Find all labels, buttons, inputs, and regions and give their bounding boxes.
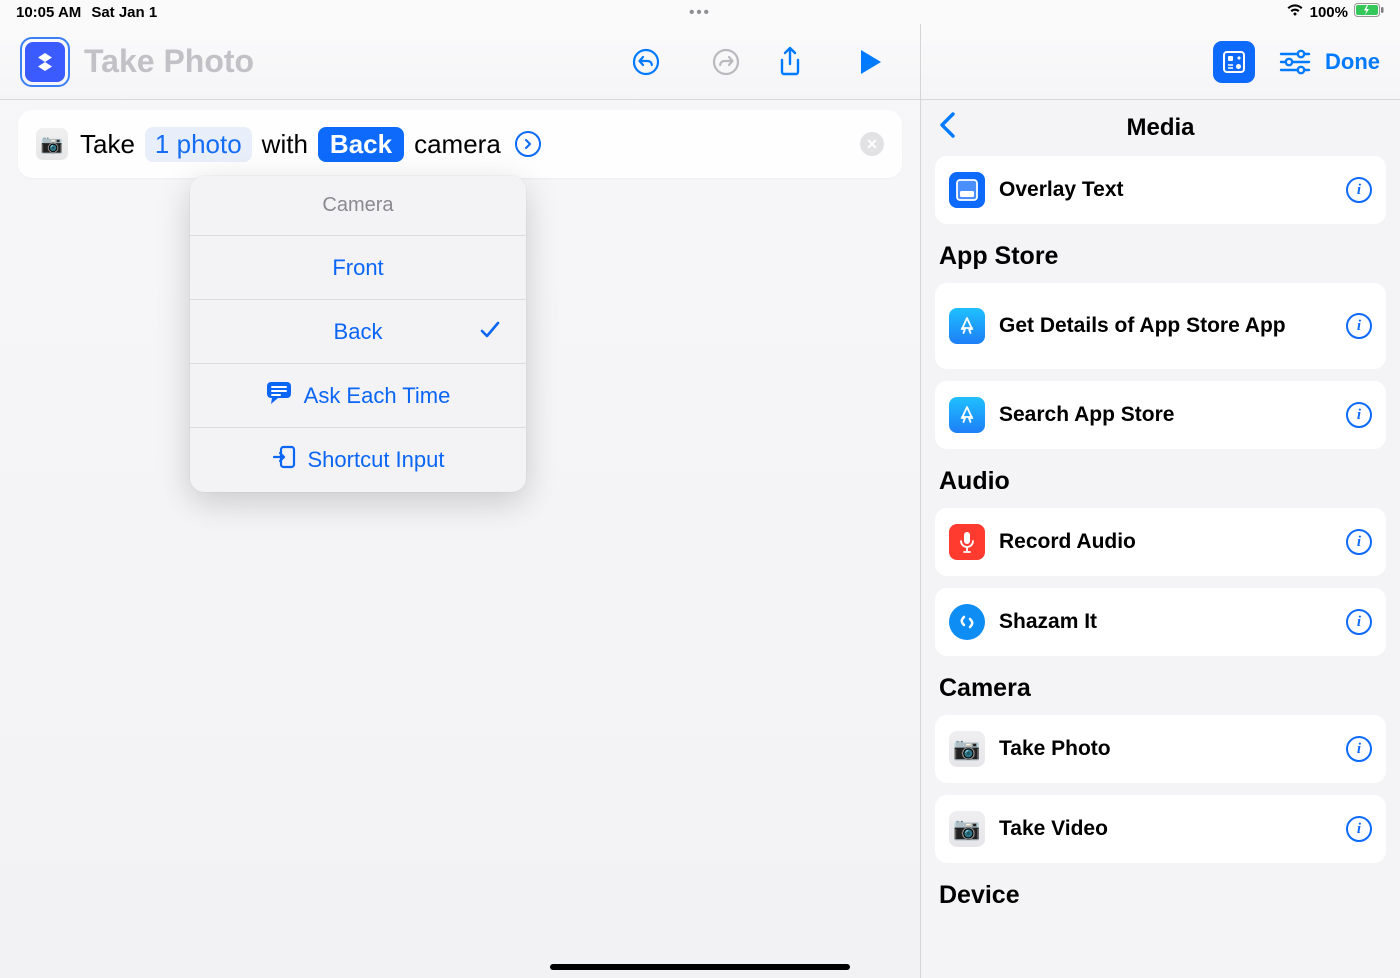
sidebar-toolbar: Done	[921, 24, 1400, 100]
photo-count-param[interactable]: 1 photo	[145, 127, 252, 162]
share-button[interactable]	[770, 42, 810, 82]
action-take-video-label: Take Video	[999, 816, 1332, 842]
remove-action-button[interactable]: ✕	[860, 132, 884, 156]
info-button[interactable]: i	[1346, 529, 1372, 555]
action-word-with: with	[262, 129, 308, 160]
appstore-icon	[949, 397, 985, 433]
info-button[interactable]: i	[1346, 402, 1372, 428]
section-device: Device	[939, 881, 1382, 910]
action-record-audio[interactable]: Record Audio i	[935, 508, 1386, 576]
sidebar-title: Media	[939, 114, 1382, 142]
multitask-dots-icon[interactable]: •••	[689, 4, 711, 21]
shortcut-icon-button[interactable]	[20, 37, 70, 87]
shazam-icon	[949, 604, 985, 640]
actions-sidebar: Done Media Overlay Text i App Store Get …	[920, 24, 1400, 978]
wifi-icon	[1286, 3, 1304, 21]
battery-icon	[1354, 3, 1384, 21]
action-search-appstore[interactable]: Search App Store i	[935, 381, 1386, 449]
section-appstore: App Store	[939, 242, 1382, 271]
action-take-video[interactable]: 📷 Take Video i	[935, 795, 1386, 863]
action-word-take: Take	[80, 129, 135, 160]
sidebar-header: Media	[921, 100, 1400, 156]
home-indicator[interactable]	[550, 964, 850, 970]
camera-icon: 📷	[949, 811, 985, 847]
undo-button[interactable]	[626, 42, 666, 82]
camera-option-back[interactable]: Back	[190, 300, 526, 364]
message-icon	[266, 381, 292, 411]
section-audio: Audio	[939, 467, 1382, 496]
camera-option-front[interactable]: Front	[190, 236, 526, 300]
editor-toolbar: Take Photo	[0, 24, 920, 100]
action-record-audio-label: Record Audio	[999, 529, 1332, 555]
editor-area: Take Photo 📷 Take 1 photo with	[0, 24, 920, 978]
appstore-icon	[949, 308, 985, 344]
camera-param[interactable]: Back	[318, 127, 404, 162]
camera-icon: 📷	[36, 128, 68, 160]
action-get-appstore-details[interactable]: Get Details of App Store App i	[935, 283, 1386, 369]
overlay-text-icon	[949, 172, 985, 208]
camera-option-back-label: Back	[334, 319, 383, 345]
run-button[interactable]	[850, 42, 890, 82]
shortcut-input-label: Shortcut Input	[308, 447, 445, 473]
info-button[interactable]: i	[1346, 313, 1372, 339]
shortcut-input-option[interactable]: Shortcut Input	[190, 428, 526, 492]
ask-each-time-label: Ask Each Time	[304, 383, 451, 409]
camera-picker-popover: Camera Front Back Ask Each Time	[190, 176, 526, 492]
action-take-photo[interactable]: 📷 Take Photo i	[935, 715, 1386, 783]
status-bar: 10:05 AM Sat Jan 1 ••• 100%	[0, 0, 1400, 24]
action-overlay-text-label: Overlay Text	[999, 177, 1332, 203]
action-shazam[interactable]: Shazam It i	[935, 588, 1386, 656]
action-get-appstore-details-label: Get Details of App Store App	[999, 313, 1332, 339]
microphone-icon	[949, 524, 985, 560]
redo-button	[706, 42, 746, 82]
shortcut-title[interactable]: Take Photo	[84, 43, 612, 80]
battery-percent: 100%	[1310, 4, 1348, 21]
info-button[interactable]: i	[1346, 177, 1372, 203]
camera-option-front-label: Front	[332, 255, 383, 281]
expand-action-button[interactable]	[515, 131, 541, 157]
camera-icon: 📷	[949, 731, 985, 767]
take-photo-action[interactable]: 📷 Take 1 photo with Back camera ✕	[18, 110, 902, 178]
action-take-photo-label: Take Photo	[999, 736, 1332, 762]
popover-title: Camera	[190, 176, 526, 236]
info-button[interactable]: i	[1346, 736, 1372, 762]
action-overlay-text[interactable]: Overlay Text i	[935, 156, 1386, 224]
status-date: Sat Jan 1	[91, 4, 157, 21]
filters-button[interactable]	[1279, 49, 1311, 75]
input-icon	[272, 445, 296, 475]
status-time: 10:05 AM	[16, 4, 81, 21]
action-shazam-label: Shazam It	[999, 609, 1332, 635]
apps-browser-button[interactable]	[1213, 41, 1255, 83]
action-word-camera: camera	[414, 129, 501, 160]
section-camera: Camera	[939, 674, 1382, 703]
info-button[interactable]: i	[1346, 609, 1372, 635]
action-search-appstore-label: Search App Store	[999, 402, 1332, 428]
ask-each-time-option[interactable]: Ask Each Time	[190, 364, 526, 428]
checkmark-icon	[480, 319, 500, 345]
done-button[interactable]: Done	[1325, 49, 1380, 75]
info-button[interactable]: i	[1346, 816, 1372, 842]
